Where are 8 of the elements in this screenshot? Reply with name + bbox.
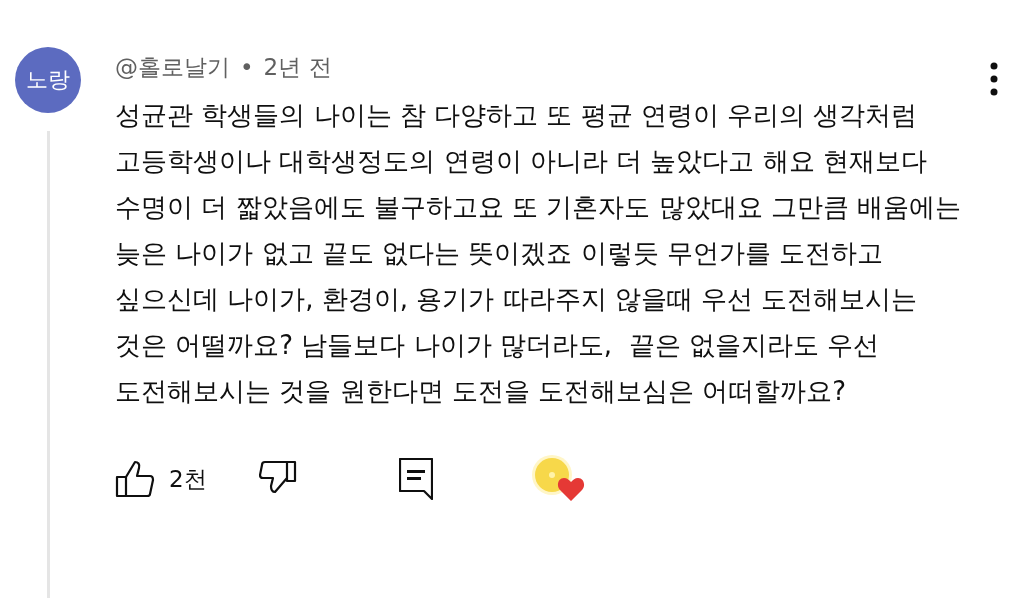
reply-button[interactable]: [399, 458, 433, 500]
author-name[interactable]: @홀로날기: [115, 51, 230, 83]
separator-dot: •: [240, 54, 254, 80]
comment-text: 성균관 학생들의 나이는 참 다양하고 또 평균 연령이 우리의 생각처럼 고등학생이나 대학생정도의 연령이 아니라 더 높았다고 해요 현재보다 수명이 더 짧았음에도 불구하고요 또 기혼자도 많았대요 그만큼 배움에는 늦은 나이가 없고 끝도 없다는 뜻이겠죠 이렇듯 무언가를 도전하고 싶으신데 나이가, 환경이, 용기가 따라주지 않을때 우선 도전해보시는 것은 어떨까요? 남들보다 나이가 많더라도, 끝은 없을지라도 우선 도전해보시는 것을 원한다면 도전을 도전해보심은 어떠할까요?: [115, 99, 963, 408]
comment-time: 2년 전: [263, 52, 332, 82]
like-button[interactable]: [115, 460, 155, 498]
like-count: 2천: [169, 464, 208, 494]
user-avatar[interactable]: 노랑: [15, 47, 81, 113]
